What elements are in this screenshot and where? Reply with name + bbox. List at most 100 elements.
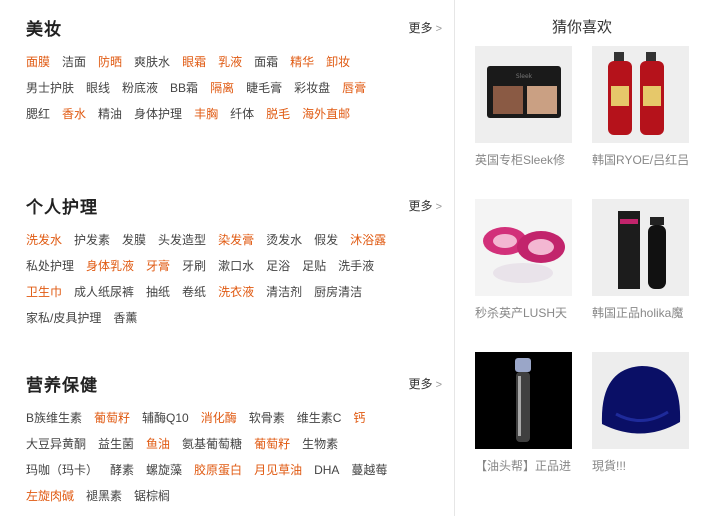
category-link[interactable]: B族维生素 [26,411,82,425]
category-link[interactable]: 隔离 [210,81,234,95]
tag-rows: B族维生素 葡萄籽 辅酶Q10 消化酶 软骨素 维生素C 钙大豆异黄酮 益生菌 鱼油 氨基葡萄糖葡… [26,405,442,509]
red-shampoo-bottles-image[interactable] [592,46,689,143]
more-link[interactable]: 更多 > [409,375,442,392]
category-link[interactable]: 男士护肤 [26,81,74,95]
category-link[interactable]: 香薰 [113,311,137,325]
category-link[interactable]: 酵素 [110,463,134,477]
category-link[interactable]: 染发膏 [218,233,254,247]
product-card[interactable]: 現貨!!! [592,352,689,474]
category-link[interactable]: 洗衣液 [218,285,254,299]
category-link[interactable]: 家私/皮具护理 [26,311,101,325]
category-link[interactable]: 香水 [62,107,86,121]
category-link[interactable]: 身体护理 [134,107,182,121]
category-link[interactable]: 卸妆 [326,55,350,69]
category-link[interactable]: 眼霜 [182,55,206,69]
navy-wig-cap-image[interactable] [592,352,689,449]
category-link[interactable]: 鱼油 [146,437,170,451]
category-link[interactable]: 面膜 [26,55,50,69]
category-link[interactable]: 抽纸 [146,285,170,299]
product-card[interactable]: 韩国正品holika魔 [592,199,689,321]
category-link[interactable]: 辅酶Q10 [142,411,189,425]
category-link[interactable]: 卫生巾 [26,285,62,299]
category-link[interactable]: 消化酶 [201,411,237,425]
category-link[interactable]: 护发素 [74,233,110,247]
product-card[interactable]: 【油头帮】正品进 [475,352,572,474]
product-caption[interactable]: 韩国RYOE/吕红吕 [592,151,689,168]
category-link[interactable]: 螺旋藻 [146,463,182,477]
product-caption[interactable]: 秒杀英产LUSH天 [475,304,572,321]
category-link[interactable]: 粉底液 [122,81,158,95]
category-link[interactable]: 发膜 [122,233,146,247]
category-link[interactable]: 烫发水 [266,233,302,247]
category-link[interactable]: 葡萄籽 [254,437,290,451]
category-link[interactable]: 丰胸 [194,107,218,121]
category-link[interactable]: 维生素C [297,411,342,425]
product-card[interactable]: Sleek 英国专柜Sleek修 [475,46,572,168]
category-link[interactable]: 唇膏 [342,81,366,95]
category-link[interactable]: 益生菌 [98,437,134,451]
category-link[interactable]: 脱毛 [266,107,290,121]
contour-palette-image[interactable]: Sleek [475,46,572,143]
category-link[interactable]: 纤体 [230,107,254,121]
category-link[interactable]: 月见草油 [254,463,302,477]
black-serum-bottle-image[interactable] [592,199,689,296]
category-link[interactable]: 足贴 [302,259,326,273]
category-link[interactable]: 厨房清洁 [314,285,362,299]
category-link[interactable]: 成人纸尿裤 [74,285,134,299]
category-link[interactable]: 沐浴露 [350,233,386,247]
category-link[interactable]: 清洁剂 [266,285,302,299]
category-link[interactable]: 卷纸 [182,285,206,299]
more-link[interactable]: 更多 > [409,197,442,214]
product-caption[interactable]: 【油头帮】正品进 [475,457,572,474]
pink-swirl-soap-image[interactable] [475,199,572,296]
category-link[interactable]: 氨基葡萄糖 [182,437,242,451]
category-link[interactable]: 牙刷 [182,259,206,273]
category-link[interactable]: 乳液 [218,55,242,69]
category-link[interactable]: 漱口水 [218,259,254,273]
category-link[interactable]: 私处护理 [26,259,74,273]
category-link[interactable]: 软骨素 [249,411,285,425]
more-link[interactable]: 更多 > [409,19,442,36]
category-link[interactable]: 牙膏 [146,259,170,273]
category-link[interactable]: 假发 [314,233,338,247]
product-caption[interactable]: 韩国正品holika魔 [592,304,689,321]
product-card[interactable]: 韩国RYOE/吕红吕 [592,46,689,168]
category-link[interactable]: 海外直邮 [302,107,350,121]
category-link[interactable]: 精华 [290,55,314,69]
category-link[interactable]: 锯棕榈 [134,489,170,503]
category-link[interactable]: 防晒 [98,55,122,69]
category-link[interactable]: 左旋肉碱 [26,489,74,503]
category-link[interactable]: 蔓越莓 [351,463,387,477]
category-link[interactable]: 褪黑素 [86,489,122,503]
category-link[interactable]: BB霜 [170,81,198,95]
category-link[interactable]: 身体乳液 [86,259,134,273]
product-caption[interactable]: 現貨!!! [592,457,689,474]
category-link[interactable]: 葡萄籽 [94,411,130,425]
category-link[interactable]: 足浴 [266,259,290,273]
tag-row: 私处护理 身体乳液 牙膏 牙刷 漱口水 足浴 足贴 洗手液 [26,253,442,279]
tag-rows: 面膜 洁面 防晒 爽肤水 眼霜 乳液 面霜 精华 卸妆男士护肤 眼线 粉底液 BB霜 隔离 睫毛膏 彩妆盘唇… [26,49,442,127]
category-link[interactable]: 玛咖（玛卡） [26,463,98,477]
category-link[interactable]: 头发造型 [158,233,206,247]
product-caption[interactable]: 英国专柜Sleek修 [475,151,572,168]
tag-row: 家私/皮具护理 香薰 [26,305,442,331]
category-link[interactable]: 钙 [353,411,365,425]
category-link[interactable]: 面霜 [254,55,278,69]
category-link[interactable]: 精油 [98,107,122,121]
category-link[interactable]: 胶原蛋白 [194,463,242,477]
category-link[interactable]: 眼线 [86,81,110,95]
category-link[interactable]: 大豆异黄酮 [26,437,86,451]
category-link[interactable]: 腮红 [26,107,50,121]
section-personal-care: 个人护理 更多 > 洗发水 护发素 发膜 头发造型 染发膏 烫发水 假发 沐浴露 私处护理 身体乳液… [26,193,442,343]
category-link[interactable]: 睫毛膏 [246,81,282,95]
clear-vial-image[interactable] [475,352,572,449]
category-link[interactable]: 彩妆盘 [294,81,330,95]
section-beauty: 美妆 更多 > 面膜 洁面 防晒 爽肤水 眼霜 乳液 面霜 精华 卸妆 男士护肤 眼线 粉底液 BB霜 隔离… [26,15,442,165]
product-card[interactable]: 秒杀英产LUSH天 [475,199,572,321]
category-link[interactable]: 生物素 [302,437,338,451]
category-link[interactable]: 洗手液 [338,259,374,273]
category-link[interactable]: DHA [314,463,339,477]
category-link[interactable]: 洗发水 [26,233,62,247]
category-link[interactable]: 爽肤水 [134,55,170,69]
category-link[interactable]: 洁面 [62,55,86,69]
